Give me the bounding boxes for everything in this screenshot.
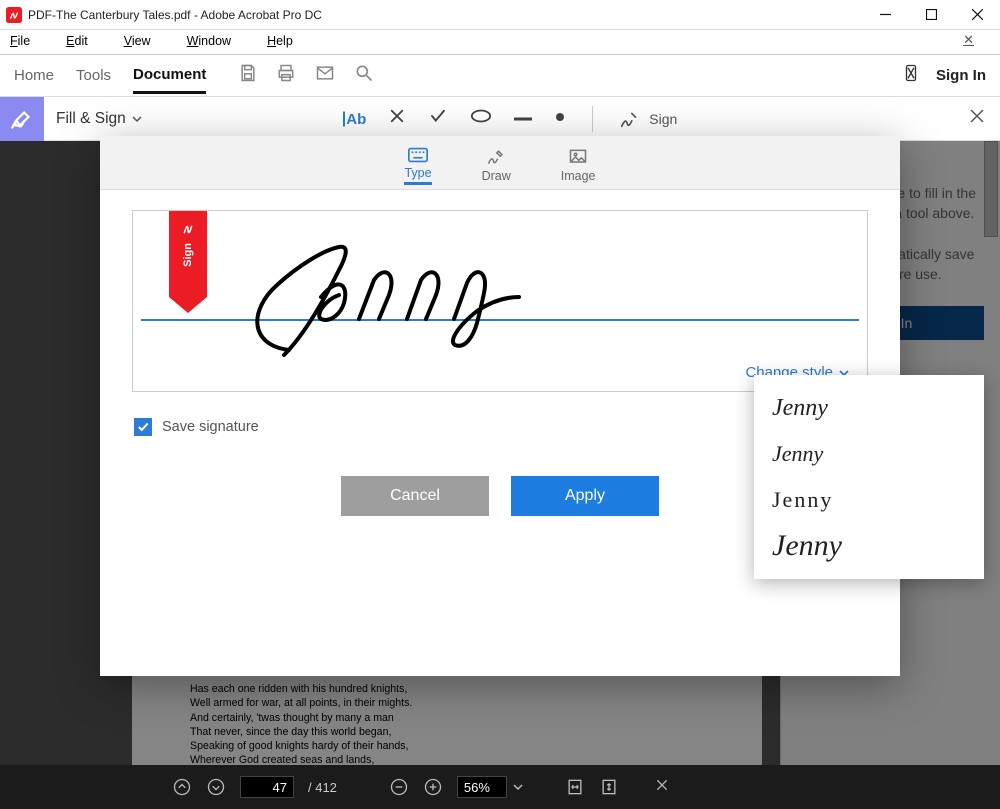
menubar-close-icon[interactable]: ✕ [963,32,974,48]
signature-text [229,215,589,365]
page-down-icon[interactable] [206,777,226,797]
page-number-input[interactable] [240,776,294,798]
sign-in-link[interactable]: Sign In [936,67,986,84]
line-tool-icon[interactable] [514,110,532,128]
fill-sign-badge-icon [0,97,44,141]
check-tool-icon[interactable] [428,107,448,130]
acrobat-logo-icon [179,219,197,237]
save-signature-label: Save signature [162,419,259,435]
style-option-1[interactable]: Jenny [754,385,984,431]
fill-sign-toolbar: Fill & Sign |Ab Sign [0,97,1000,141]
search-icon[interactable] [354,63,374,88]
text-tool[interactable]: |Ab [342,110,366,128]
signature-icon [619,108,641,130]
save-icon[interactable] [238,63,258,88]
save-signature-checkbox[interactable] [134,418,152,436]
acrobat-icon [6,7,22,23]
style-option-2[interactable]: Jenny [754,431,984,477]
image-icon [567,147,589,167]
close-toolbar-icon[interactable] [968,107,986,130]
tab-home[interactable]: Home [14,59,54,92]
dialog-tab-bar: Type Draw Image [100,136,900,190]
menu-bar: File Edit View Window Help ✕ [0,30,1000,52]
dialog-tab-image[interactable]: Image [561,147,596,185]
window-title: PDF-The Canterbury Tales.pdf - Adobe Acr… [28,8,862,22]
signature-canvas[interactable]: Sign Change style [132,210,868,392]
circle-tool-icon[interactable] [470,108,492,129]
minimize-button[interactable] [862,0,908,29]
zoom-in-icon[interactable] [423,777,443,797]
fill-sign-dropdown[interactable]: Fill & Sign [56,110,142,128]
apply-button[interactable]: Apply [511,476,659,516]
keyboard-icon [407,146,429,164]
menu-file[interactable]: File [10,34,48,48]
page-up-icon[interactable] [172,777,192,797]
sign-ribbon: Sign [169,211,207,297]
tab-document[interactable]: Document [133,58,206,94]
menu-window[interactable]: Window [187,34,249,48]
zoom-input[interactable] [457,776,507,798]
title-bar: PDF-The Canterbury Tales.pdf - Adobe Acr… [0,0,1000,30]
menu-view[interactable]: View [124,34,169,48]
cancel-button[interactable]: Cancel [341,476,489,516]
bottombar-close-icon[interactable] [654,777,670,798]
mobile-link-icon[interactable] [902,62,920,89]
dialog-tab-draw[interactable]: Draw [482,147,511,185]
zoom-dropdown-icon[interactable] [513,782,523,792]
sign-tool-label: Sign [649,111,677,127]
fit-width-icon[interactable] [565,777,585,797]
x-tool-icon[interactable] [388,107,406,130]
bottom-bar: / 412 [0,765,1000,809]
close-window-button[interactable] [954,0,1000,29]
tab-tools[interactable]: Tools [76,59,111,92]
top-tab-bar: Home Tools Document Sign In [0,55,1000,97]
fit-page-icon[interactable] [599,777,619,797]
menu-edit[interactable]: Edit [66,34,106,48]
zoom-out-icon[interactable] [389,777,409,797]
style-option-4[interactable]: Jenny [754,523,984,569]
dialog-tab-type[interactable]: Type [404,146,431,185]
page-total: / 412 [308,780,337,795]
menu-help[interactable]: Help [267,34,311,48]
signature-style-popup: Jenny Jenny Jenny Jenny [754,375,984,579]
toolbar-divider [592,106,593,132]
scrollbar[interactable] [984,141,998,237]
chevron-down-icon [132,114,142,124]
mail-icon[interactable] [314,63,336,88]
draw-icon [485,147,507,167]
maximize-button[interactable] [908,0,954,29]
dot-tool-icon[interactable] [554,110,566,128]
sign-tool[interactable]: Sign [619,108,677,130]
style-option-3[interactable]: Jenny [754,477,984,523]
print-icon[interactable] [276,63,296,88]
